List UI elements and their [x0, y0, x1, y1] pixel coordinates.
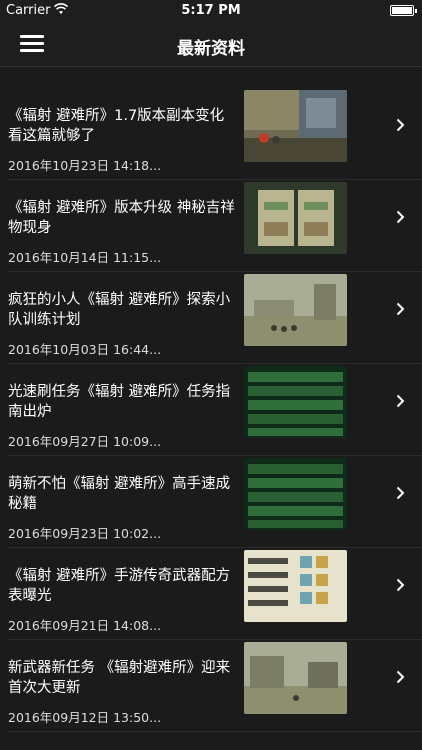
article-date: 2016年10月14日 11:15... — [8, 250, 162, 265]
article-title: 光速刷任务《辐射 避难所》任务指南出炉 — [8, 384, 231, 420]
article-thumbnail-image — [244, 458, 347, 530]
status-bar: Carrier 5:17 PM — [0, 0, 422, 22]
article-row[interactable]: 《辐射 避难所》版本升级 神秘吉祥物现身 2016年10月14日 11:15..… — [0, 180, 422, 272]
chevron-right-icon — [396, 486, 405, 500]
article-date: 2016年09月23日 10:02... — [8, 526, 162, 541]
article-row[interactable]: 光速刷任务《辐射 避难所》任务指南出炉 2016年09月27日 10:09... — [0, 364, 422, 456]
article-title: 新武器新任务 《辐射避难所》迎来首次大更新 — [8, 660, 231, 696]
article-date: 2016年10月03日 16:44... — [8, 342, 162, 357]
chevron-right-icon — [396, 302, 405, 316]
article-thumbnail-image — [244, 550, 347, 622]
article-thumbnail-image — [244, 274, 347, 346]
article-thumbnail-image — [244, 642, 347, 714]
article-date: 2016年09月27日 10:09... — [8, 434, 162, 449]
article-title: 《辐射 避难所》版本升级 神秘吉祥物现身 — [8, 200, 235, 236]
page-title: 最新资料 — [177, 39, 245, 59]
article-row[interactable]: 《辐射 避难所》手游传奇武器配方表曝光 2016年09月21日 14:08... — [0, 548, 422, 640]
chevron-right-icon — [396, 578, 405, 592]
article-row[interactable]: 萌新不怕《辐射 避难所》高手速成秘籍 2016年09月23日 10:02... — [0, 456, 422, 548]
article-title: 疯狂的小人《辐射 避难所》探索小队训练计划 — [8, 292, 231, 328]
article-date: 2016年09月12日 13:50... — [8, 710, 162, 725]
article-row[interactable]: 新武器新任务 《辐射避难所》迎来首次大更新 2016年09月12日 13:50.… — [0, 640, 422, 732]
chevron-right-icon — [396, 670, 405, 684]
article-thumbnail-image — [244, 90, 347, 162]
article-thumbnail-image — [244, 182, 347, 254]
article-title: 萌新不怕《辐射 避难所》高手速成秘籍 — [8, 476, 231, 512]
article-row[interactable]: 疯狂的小人《辐射 避难所》探索小队训练计划 2016年10月03日 16:44.… — [0, 272, 422, 364]
article-title: 《辐射 避难所》手游传奇武器配方表曝光 — [8, 568, 231, 604]
battery-icon — [390, 5, 417, 16]
article-date: 2016年09月21日 14:08... — [8, 618, 162, 633]
article-date: 2016年10月23日 14:18... — [8, 158, 162, 173]
clock: 5:17 PM — [181, 3, 241, 18]
article-row[interactable]: 《辐射 避难所》1.7版本副本变化看这篇就够了 2016年10月23日 14:1… — [0, 88, 422, 180]
chevron-right-icon — [396, 394, 405, 408]
chevron-right-icon — [396, 210, 405, 224]
article-thumbnail-image — [244, 366, 347, 438]
article-list: 《辐射 避难所》1.7版本副本变化看这篇就够了 2016年10月23日 14:1… — [0, 88, 422, 732]
chevron-right-icon — [396, 118, 405, 132]
nav-bar: 最新资料 — [0, 22, 422, 67]
article-title: 《辐射 避难所》1.7版本副本变化看这篇就够了 — [8, 108, 225, 144]
